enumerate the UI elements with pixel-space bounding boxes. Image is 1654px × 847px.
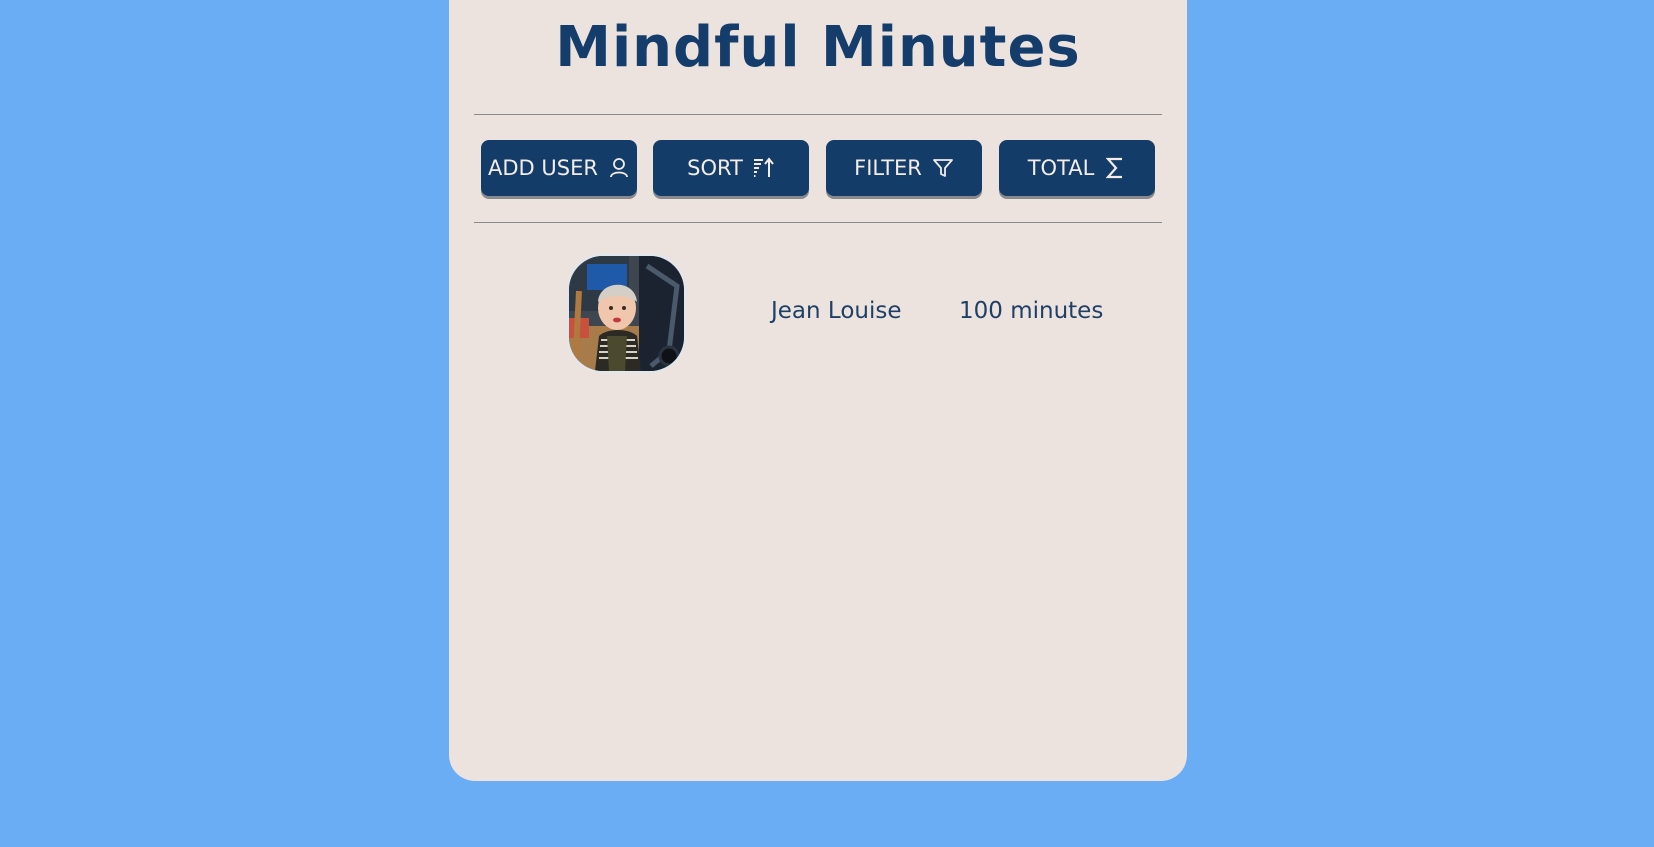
bottom-divider	[474, 222, 1162, 223]
sort-ascending-icon	[753, 157, 775, 179]
add-user-label: ADD USER	[488, 156, 598, 180]
user-minutes: 100 minutes	[959, 298, 1104, 324]
toolbar: ADD USER SORT FILTER TOTAL	[481, 140, 1157, 196]
sort-label: SORT	[687, 156, 743, 180]
filter-button[interactable]: FILTER	[826, 140, 982, 196]
avatar	[569, 256, 684, 371]
filter-funnel-icon	[932, 157, 954, 179]
user-icon	[608, 157, 630, 179]
sigma-icon	[1104, 157, 1126, 179]
main-card: Mindful Minutes ADD USER SORT FILTER TOT…	[449, 0, 1187, 781]
user-row[interactable]: Jean Louise 100 minutes	[449, 256, 1187, 374]
sort-button[interactable]: SORT	[653, 140, 809, 196]
total-label: TOTAL	[1027, 156, 1095, 180]
page-title: Mindful Minutes	[555, 15, 1081, 80]
add-user-button[interactable]: ADD USER	[481, 140, 637, 196]
user-name: Jean Louise	[771, 298, 902, 324]
total-button[interactable]: TOTAL	[999, 140, 1155, 196]
top-divider	[474, 114, 1162, 115]
filter-label: FILTER	[854, 156, 922, 180]
